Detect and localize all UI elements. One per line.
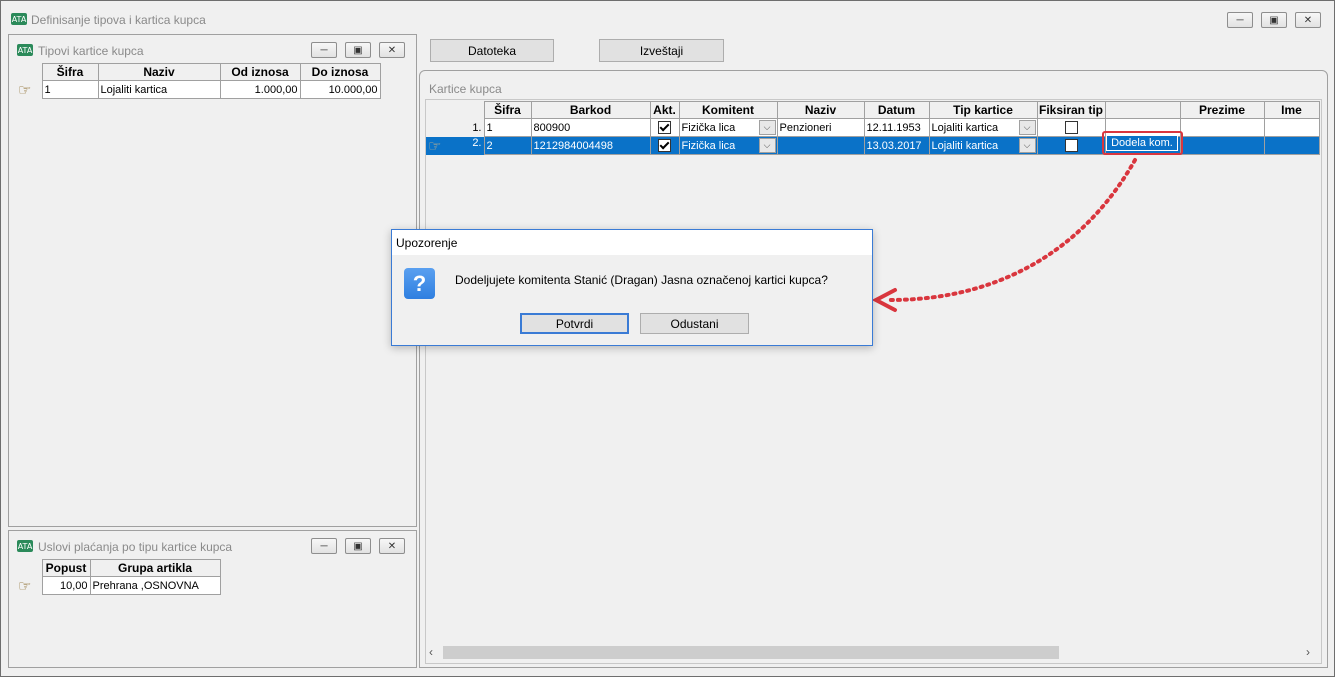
dialog-title: Upozorenje: [396, 236, 458, 250]
dialog-titlebar: Upozorenje: [392, 230, 872, 255]
dialog-message: Dodeljujete komitenta Stanić (Dragan) Ja…: [455, 273, 828, 287]
odustani-button[interactable]: Odustani: [640, 313, 749, 334]
question-icon: ?: [404, 268, 435, 299]
potvrdi-button[interactable]: Potvrdi: [520, 313, 629, 334]
upozorenje-dialog: Upozorenje ? Dodeljujete komitenta Stani…: [391, 229, 873, 346]
